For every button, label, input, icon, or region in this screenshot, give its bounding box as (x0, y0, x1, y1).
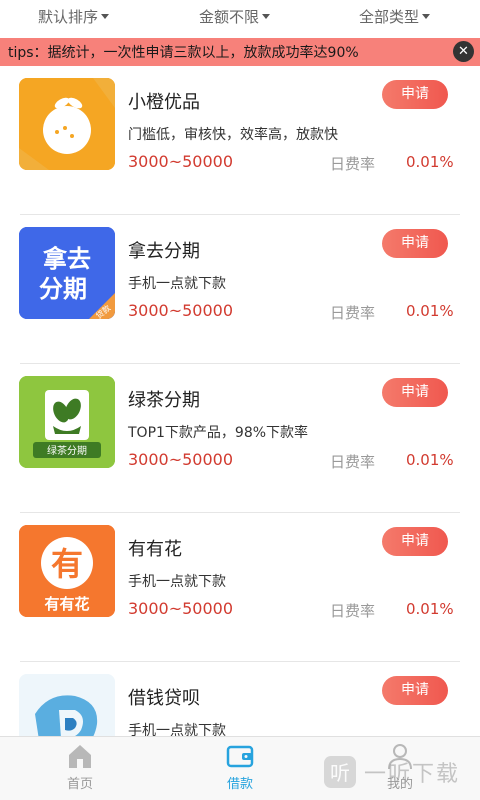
rate-label: 日费率 (330, 304, 376, 322)
product-amount: 3000~50000 (128, 599, 234, 618)
amount-filter-label: 金额不限 (199, 7, 260, 26)
nav-loan-label: 借款 (226, 777, 253, 792)
product-name: 小橙优品 (128, 92, 200, 113)
apply-button[interactable]: 申请 (382, 527, 448, 556)
logo-text-bottom: 分期 (39, 275, 87, 303)
product-amount: 3000~50000 (128, 450, 234, 469)
youyouhua-logo: 有 有有花 (19, 525, 115, 617)
naqu-fenqi-logo: 拿去 分期 贷款 (19, 227, 115, 319)
jieqian-daibei-logo (19, 674, 115, 736)
type-filter[interactable]: 全部类型 (359, 2, 431, 30)
rate-value: 0.01% (406, 153, 454, 171)
nav-loan[interactable]: 借款 (200, 741, 280, 797)
product-amount: 3000~50000 (128, 152, 234, 171)
tips-banner: tips：据统计，一次性申请三款以上，放款成功率达90% ✕ (0, 38, 480, 66)
caret-down-icon (262, 14, 271, 19)
rate-value: 0.01% (406, 451, 454, 469)
sort-filter[interactable]: 默认排序 (38, 2, 110, 30)
logo-text: 有有花 (44, 595, 89, 613)
apply-button[interactable]: 申请 (382, 229, 448, 258)
rate-label: 日费率 (330, 602, 376, 620)
caret-down-icon (422, 14, 431, 19)
rate-value: 0.01% (406, 302, 454, 320)
logo-mark: 有 (51, 545, 83, 583)
product-desc: 手机一点就下款 (128, 276, 226, 292)
filter-bar: 默认排序 金额不限 全部类型 (0, 0, 480, 36)
wallet-icon (226, 745, 254, 768)
product-amount: 3000~50000 (128, 301, 234, 320)
amount-filter[interactable]: 金额不限 (199, 2, 271, 30)
logo-text: 绿茶分期 (47, 444, 87, 457)
apply-button[interactable]: 申请 (382, 80, 448, 109)
product-name: 绿茶分期 (128, 390, 200, 411)
close-icon[interactable]: ✕ (453, 41, 474, 62)
svg-text:听: 听 (330, 761, 350, 785)
product-item[interactable]: 小橙优品 门槛低，审核快，效率高，放款快 3000~50000 日费率 0.01… (0, 66, 480, 215)
apply-button[interactable]: 申请 (382, 676, 448, 705)
product-item[interactable]: 拿去 分期 贷款 拿去分期 手机一点就下款 3000~50000 日费率 0.0… (0, 215, 480, 364)
product-name: 借钱贷呗 (128, 688, 200, 709)
product-desc: 手机一点就下款 (128, 574, 226, 590)
tips-text: tips：据统计，一次性申请三款以上，放款成功率达90% (8, 45, 359, 61)
product-item[interactable]: 有 有有花 有有花 手机一点就下款 3000~50000 日费率 0.01% 申… (0, 513, 480, 662)
sort-filter-label: 默认排序 (38, 7, 99, 26)
rate-label: 日费率 (330, 155, 376, 173)
product-desc: 门槛低，审核快，效率高，放款快 (128, 127, 338, 143)
product-name: 拿去分期 (128, 241, 200, 262)
apply-button[interactable]: 申请 (382, 378, 448, 407)
product-desc: TOP1下款产品，98%下款率 (128, 425, 309, 441)
product-list[interactable]: 小橙优品 门槛低，审核快，效率高，放款快 3000~50000 日费率 0.01… (0, 66, 480, 736)
logo-text-top: 拿去 (43, 245, 91, 273)
caret-down-icon (101, 14, 110, 19)
type-filter-label: 全部类型 (359, 7, 420, 26)
watermark-text: 一听下载 (364, 762, 461, 787)
nav-home[interactable]: 首页 (40, 741, 120, 797)
nav-home-label: 首页 (66, 777, 93, 792)
product-item[interactable]: 借钱贷呗 手机一点就下款 申请 (0, 662, 480, 736)
product-name: 有有花 (128, 539, 182, 560)
rate-value: 0.01% (406, 600, 454, 618)
watermark-logo-icon: 听 (324, 756, 356, 788)
orange-fruit-icon (19, 78, 115, 170)
product-item[interactable]: 绿茶分期 绿茶分期 TOP1下款产品，98%下款率 3000~50000 日费率… (0, 364, 480, 513)
watermark: 听 一听下载 (322, 752, 478, 792)
home-icon (69, 745, 91, 768)
green-tea-leaf-logo: 绿茶分期 (19, 376, 115, 468)
rate-label: 日费率 (330, 453, 376, 471)
product-desc: 手机一点就下款 (128, 723, 226, 736)
